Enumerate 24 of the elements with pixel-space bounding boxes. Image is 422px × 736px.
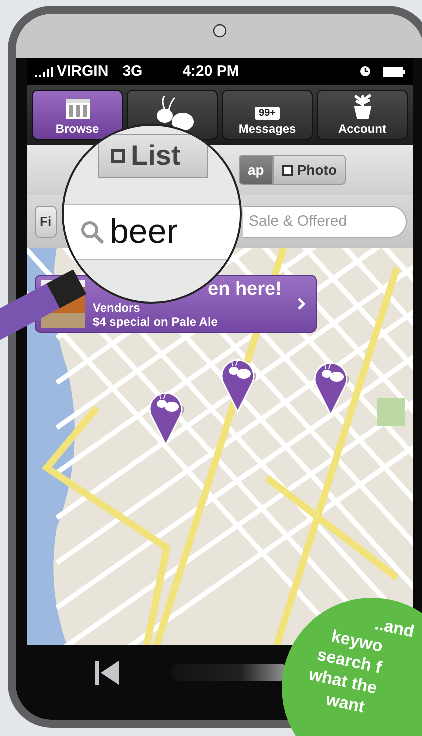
search-field[interactable]: Sale & Offered <box>243 206 407 238</box>
status-time: 4:20 PM <box>182 63 240 80</box>
chevron-icon <box>298 298 306 310</box>
clock-icon <box>360 66 371 77</box>
battery-icon <box>383 66 405 76</box>
carrier-name: VIRGIN <box>57 63 109 80</box>
back-icon[interactable] <box>95 660 121 684</box>
view-toggle-button[interactable]: Photo <box>273 155 346 185</box>
network-type: 3G <box>122 63 143 80</box>
banner-offer: $4 special on Pale Ale <box>93 315 219 329</box>
search-query-field[interactable]: beer <box>64 204 240 260</box>
list-tab[interactable]: List <box>98 134 208 178</box>
banner-category: Vendors <box>93 301 142 315</box>
tab-bar-item[interactable]: Account <box>317 90 408 140</box>
grid-icon <box>64 98 90 120</box>
search-icon <box>80 220 104 244</box>
tab-bar-item[interactable]: Browse <box>32 90 123 140</box>
banner-title-end: en here! <box>208 279 282 301</box>
tab-bar-item[interactable]: 99+ Messages <box>222 90 313 140</box>
camera-icon <box>213 24 227 38</box>
view-toggle-button[interactable]: ap <box>239 155 274 185</box>
signal-icon <box>35 66 53 76</box>
message-badge: 99+ <box>255 107 280 120</box>
filter-button[interactable]: Fi <box>35 206 57 238</box>
